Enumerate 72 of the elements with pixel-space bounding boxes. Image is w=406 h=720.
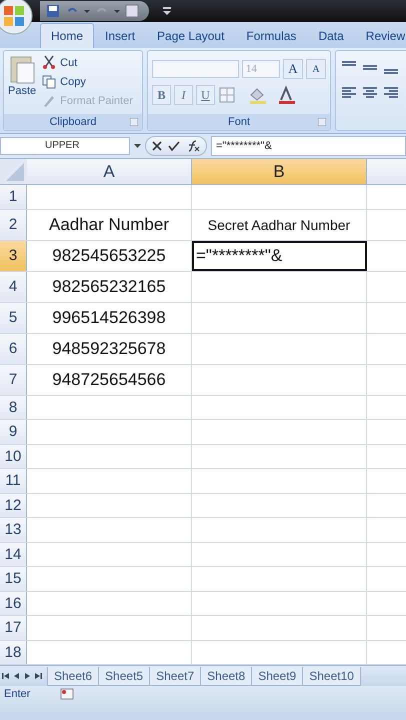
name-box[interactable]: UPPER [0, 137, 130, 155]
ribbon-tab[interactable]: Page Layout [146, 23, 236, 48]
font-name-field[interactable] [152, 60, 239, 78]
cancel-icon[interactable] [152, 141, 162, 151]
scissors-icon[interactable] [42, 55, 56, 70]
row-header[interactable]: 10 [0, 444, 27, 468]
row-header[interactable]: 13 [0, 518, 27, 542]
row-header[interactable]: 17 [0, 616, 27, 640]
table-cell[interactable]: Aadhar Number [27, 210, 192, 240]
row-header[interactable]: 18 [0, 640, 27, 664]
table-cell[interactable]: 948592325678 [27, 334, 192, 364]
clipboard-icon[interactable] [9, 54, 36, 84]
clipboard-item[interactable]: Copy [42, 73, 133, 90]
sheet-tab[interactable]: Sheet5 [98, 666, 150, 686]
group-label: Font [228, 116, 250, 128]
first-sheet-icon[interactable] [2, 672, 10, 680]
dialog-launcher-icon[interactable] [318, 118, 326, 126]
table-cell[interactable]: 996514526398 [27, 302, 192, 332]
row-header[interactable]: 12 [0, 494, 27, 517]
table-cell[interactable]: 982565232165 [27, 272, 192, 302]
ribbon-tab[interactable]: Review [354, 23, 406, 48]
row-header[interactable]: 11 [0, 469, 27, 492]
paste-button[interactable]: Paste [8, 54, 36, 111]
macro-record-icon[interactable] [60, 688, 74, 700]
sheet-tab[interactable]: Sheet9 [251, 666, 304, 686]
row-header[interactable]: 16 [0, 592, 27, 615]
font-style-button[interactable]: B [152, 85, 171, 105]
row-header[interactable]: 14 [0, 542, 27, 566]
row-header[interactable]: 15 [0, 567, 27, 590]
copy-icon[interactable] [42, 74, 56, 89]
sheet-tab[interactable]: Sheet7 [149, 666, 202, 686]
formula-field[interactable]: ="********"& [211, 136, 406, 156]
row-header[interactable]: 9 [0, 420, 27, 444]
ribbon-tab[interactable]: Home [40, 23, 94, 48]
print-preview-icon[interactable] [125, 4, 139, 18]
sheet-tab[interactable]: Sheet6 [47, 666, 100, 686]
column-header[interactable] [367, 159, 406, 184]
insert-function-icon[interactable] [186, 140, 200, 152]
ribbon-tab[interactable]: Formulas [235, 23, 308, 48]
table-cell[interactable]: Secret Aadhar Number [192, 210, 367, 240]
clipboard-item[interactable]: Cut [42, 54, 133, 71]
row-header[interactable]: 8 [0, 396, 27, 419]
table-cell[interactable]: 982545653225 [27, 240, 192, 270]
sheet-tab[interactable]: Sheet10 [302, 666, 361, 686]
font-style-button[interactable]: U [196, 85, 215, 105]
select-all-icon[interactable] [0, 159, 27, 184]
status-text: Enter [4, 688, 30, 700]
font-style-button[interactable]: I [174, 85, 193, 105]
enter-icon[interactable] [168, 141, 180, 151]
row-header[interactable]: 3 [0, 240, 27, 270]
dialog-launcher-icon[interactable] [130, 118, 138, 126]
ribbon-tab[interactable]: Insert [94, 23, 146, 48]
group-label: Clipboard [49, 116, 97, 128]
row-header[interactable]: 5 [0, 302, 27, 332]
column-header[interactable]: B [192, 159, 367, 184]
row-header[interactable]: 4 [0, 272, 27, 302]
customize-menu-icon[interactable] [163, 5, 171, 17]
save-icon[interactable] [46, 4, 60, 18]
row-header[interactable]: 1 [0, 185, 27, 208]
shrink-font-button[interactable]: A [306, 59, 326, 79]
column-header[interactable]: A [27, 159, 192, 184]
last-sheet-icon[interactable] [34, 672, 42, 680]
table-cell[interactable]: 948725654566 [27, 364, 192, 394]
next-sheet-icon[interactable] [24, 672, 30, 680]
row-header[interactable]: 7 [0, 364, 27, 394]
sheet-tab[interactable]: Sheet8 [200, 666, 252, 686]
row-header[interactable]: 6 [0, 334, 27, 364]
row-header[interactable]: 2 [0, 210, 27, 240]
grow-font-button[interactable]: A [283, 59, 303, 79]
active-cell[interactable]: ="********"& [192, 240, 367, 270]
previous-sheet-icon[interactable] [14, 672, 20, 680]
ribbon-tab[interactable]: Data [307, 23, 355, 48]
